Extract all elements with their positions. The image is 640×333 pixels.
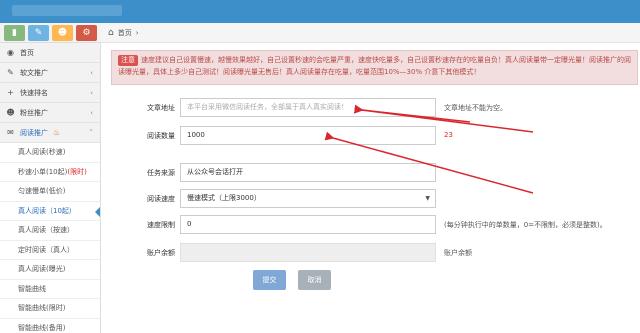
caret-down-icon: ▼ xyxy=(425,195,430,202)
article-url-input[interactable]: 本平台采用微信阅读任务，全部属于真人真实阅读！ xyxy=(180,98,436,117)
speed-label: 阅读速度 xyxy=(147,195,175,203)
sidebar-item-home[interactable]: ◉ 首页 xyxy=(0,43,100,63)
pencil-icon: ✎ xyxy=(34,28,43,38)
sidebar-subitem-label: 定时阅读（真人） xyxy=(18,245,74,254)
sidebar-subitem[interactable]: 智能曲线(备用) xyxy=(0,318,100,333)
sidebar-subitem[interactable]: 真人阅读（按速） xyxy=(0,221,100,241)
form-row-speed: 阅读速度 慢速模式（上限3000） ▼ xyxy=(111,189,631,209)
balance-label: 账户余额 xyxy=(147,249,175,257)
breadcrumb: ⌂ 首页 › xyxy=(101,23,640,43)
breadcrumb-home-link[interactable]: 首页 xyxy=(118,28,132,38)
users-icon: ☻ xyxy=(57,28,68,38)
limit-label: 速度限制 xyxy=(147,221,175,229)
limit-hint: (每分钟执行中的单数量，0=不限制，必须是整数)。 xyxy=(444,221,607,229)
dashboard-icon: ◉ xyxy=(7,48,14,57)
sidebar-subitem[interactable]: 秒速小单(10起) (限时) xyxy=(0,162,100,182)
shortcut-buttons: ▮ ✎ ☻ ⚙ xyxy=(0,23,101,43)
sidebar-subitem-label: 真人阅读（10起） xyxy=(18,206,76,215)
sidebar-subitem-label: 匀速慢单(低价) xyxy=(18,187,66,196)
task-source-field: 从公众号会话打开 xyxy=(180,163,436,182)
read-quantity-input[interactable]: 1000 xyxy=(180,126,436,145)
breadcrumb-separator: › xyxy=(135,28,139,37)
sidebar: ◉ 首页 ✎ 软文推广 ‹ + 快速排名 ‹ ☻ 粉丝推广 ‹ ✉ 阅读推广 ♨… xyxy=(0,43,101,333)
sidebar-subitem[interactable]: 匀速慢单(低价) xyxy=(0,182,100,202)
home-icon: ⌂ xyxy=(108,27,114,38)
form-row-limit: 速度限制 0 (每分钟执行中的单数量，0=不限制，必须是整数)。 xyxy=(111,215,631,235)
source-label: 任务来源 xyxy=(147,169,175,177)
users-icon: ☻ xyxy=(6,108,15,117)
sidebar-item-fans[interactable]: ☻ 粉丝推广 ‹ xyxy=(0,103,100,123)
cogs-icon: ⚙ xyxy=(82,28,91,38)
notice-text: 速度建议自己设置慢速，越慢效果越好，自己设置秒速的会吃量严重，速度快吃量多，自己… xyxy=(118,56,631,76)
shortcut-users-button[interactable]: ☻ xyxy=(52,25,73,41)
url-hint: 文章地址不能为空。 xyxy=(444,104,507,112)
fire-icon: ♨ xyxy=(53,128,61,137)
sidebar-subitem-label: 真人阅读（按速） xyxy=(18,226,74,235)
submit-button[interactable]: 提交 xyxy=(253,270,286,290)
sidebar-subitem[interactable]: 智能曲线 xyxy=(0,279,100,299)
cancel-button[interactable]: 取消 xyxy=(298,270,331,290)
shortcut-settings-button[interactable]: ⚙ xyxy=(76,25,97,41)
sidebar-item-label: 首页 xyxy=(20,48,34,57)
sidebar-item-label: 粉丝推广 xyxy=(20,108,48,117)
top-navbar xyxy=(0,0,640,23)
sidebar-item-ranking[interactable]: + 快速排名 ‹ xyxy=(0,83,100,103)
sidebar-subitem[interactable]: 真人阅读(曝光) xyxy=(0,260,100,280)
sidebar-subitem-label: 真人阅读(曝光) xyxy=(18,265,66,274)
account-balance-field xyxy=(180,243,436,262)
form-row-source: 任务来源 从公众号会话打开 xyxy=(111,163,631,183)
sidebar-subitem[interactable]: 定时阅读（真人） xyxy=(0,240,100,260)
url-label: 文章地址 xyxy=(147,104,175,112)
read-speed-select[interactable]: 慢速模式（上限3000） ▼ xyxy=(180,189,436,208)
sidebar-subitem[interactable]: 智能曲线(限时) xyxy=(0,299,100,319)
read-speed-value: 慢速模式（上限3000） xyxy=(187,194,261,202)
chevron-down-icon: ˅ xyxy=(89,128,94,137)
sidebar-item-label: 阅读推广 xyxy=(20,128,48,137)
form-row-quantity: 阅读数量 1000 23 xyxy=(111,126,631,146)
bar-chart-icon: ▮ xyxy=(12,28,17,38)
sidebar-item-label: 快速排名 xyxy=(20,88,48,97)
form-row-url: 文章地址 本平台采用微信阅读任务，全部属于真人真实阅读！ 文章地址不能为空。 xyxy=(111,98,631,118)
chevron-left-icon: ‹ xyxy=(90,108,93,117)
sidebar-subitem-label: 秒速小单(10起) xyxy=(18,167,68,176)
sidebar-subitem-label: 真人阅读(秒速) xyxy=(18,148,66,157)
sidebar-item-label: 软文推广 xyxy=(20,68,48,77)
sidebar-subitem-label: 智能曲线(限时) xyxy=(18,304,66,313)
limited-tag: (限时) xyxy=(67,167,87,176)
warning-notice: 注意 速度建议自己设置慢速，越慢效果越好，自己设置秒速的会吃量严重，速度快吃量多，… xyxy=(111,50,638,85)
quantity-annotation: 23 xyxy=(444,131,453,139)
sidebar-item-reading[interactable]: ✉ 阅读推广 ♨ ˅ xyxy=(0,123,100,143)
brand-logo[interactable] xyxy=(12,5,122,16)
notice-tag: 注意 xyxy=(118,55,138,66)
sidebar-subitem-label: 智能曲线 xyxy=(18,284,46,293)
balance-hint: 账户余额 xyxy=(444,249,472,257)
chevron-left-icon: ‹ xyxy=(90,68,93,77)
quantity-label: 阅读数量 xyxy=(147,132,175,140)
sidebar-subitem[interactable]: 真人阅读(秒速) xyxy=(0,143,100,163)
sidebar-subitem-label: 智能曲线(备用) xyxy=(18,323,66,332)
plus-icon: + xyxy=(7,88,14,97)
chevron-left-icon: ‹ xyxy=(90,88,93,97)
shortcut-stats-button[interactable]: ▮ xyxy=(4,25,25,41)
pencil-icon: ✎ xyxy=(7,68,14,77)
speed-limit-input[interactable]: 0 xyxy=(180,215,436,234)
sidebar-item-softarticle[interactable]: ✎ 软文推广 ‹ xyxy=(0,63,100,83)
form-row-balance: 账户余额 账户余额 xyxy=(111,243,631,263)
shortcut-edit-button[interactable]: ✎ xyxy=(28,25,49,41)
chat-icon: ✉ xyxy=(7,128,14,137)
sidebar-subitem-active[interactable]: 真人阅读（10起） xyxy=(0,201,100,221)
